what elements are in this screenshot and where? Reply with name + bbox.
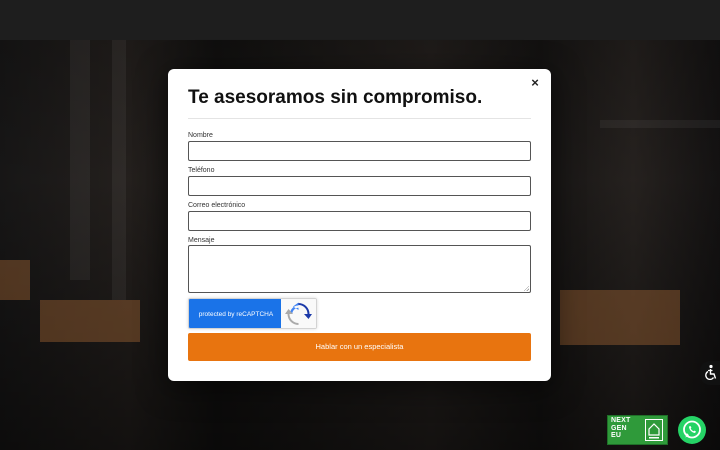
email-field[interactable]: [188, 211, 531, 231]
badge-line: GEN: [611, 424, 627, 432]
whatsapp-button[interactable]: [678, 416, 706, 444]
email-label: Correo electrónico: [188, 202, 246, 209]
message-field[interactable]: [188, 245, 531, 293]
accessibility-icon: [705, 364, 717, 380]
message-label: Mensaje: [188, 237, 215, 244]
modal-title: Te asesoramos sin compromiso.: [188, 87, 483, 108]
bg-slat: [600, 120, 720, 128]
recaptcha-icon: [281, 299, 316, 328]
home-icon: [645, 419, 663, 441]
badge-line: EU: [611, 432, 622, 439]
accessibility-button[interactable]: [700, 361, 720, 385]
nextgen-eu-badge[interactable]: NEXT GEN EU: [607, 415, 668, 445]
submit-button[interactable]: Hablar con un especialista: [188, 333, 531, 361]
name-label: Nombre: [188, 132, 213, 139]
resize-grip-icon[interactable]: [523, 285, 529, 291]
badge-line: NEXT: [611, 417, 631, 424]
phone-field[interactable]: [188, 176, 531, 196]
name-field[interactable]: [188, 141, 531, 161]
whatsapp-icon: [683, 420, 701, 439]
bg-window: [560, 290, 680, 345]
site-header: [0, 0, 720, 40]
contact-modal: × Te asesoramos sin compromiso. Nombre T…: [168, 69, 551, 381]
nextgen-logo-text: NEXT GEN EU: [611, 417, 641, 440]
phone-label: Teléfono: [188, 167, 215, 174]
bg-slat: [112, 40, 126, 300]
modal-divider: [188, 118, 531, 119]
close-icon[interactable]: ×: [528, 76, 542, 90]
bg-window: [40, 300, 140, 342]
bg-slat: [70, 40, 90, 280]
recaptcha-badge[interactable]: protected by reCAPTCHA: [188, 298, 317, 329]
recaptcha-label: protected by reCAPTCHA: [189, 299, 283, 328]
bg-window: [0, 260, 30, 300]
